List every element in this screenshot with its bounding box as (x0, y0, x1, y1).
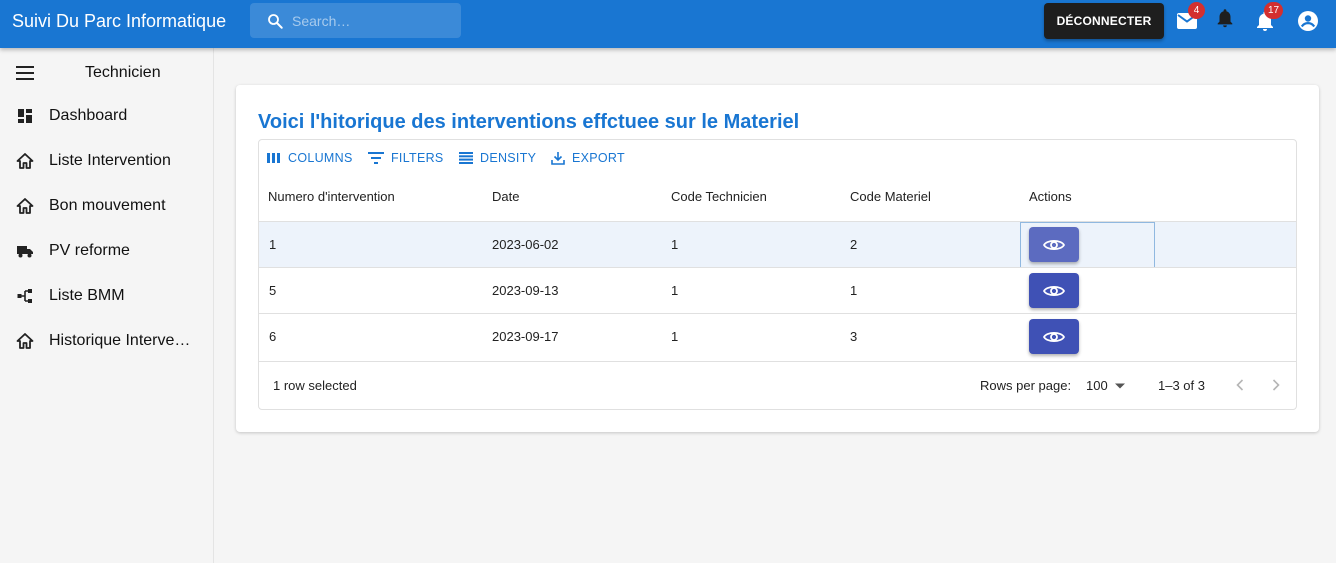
page-title: Voici l'hitorique des interventions effc… (258, 111, 800, 133)
columns-icon (267, 153, 280, 163)
sidebar-item-label: PV reforme (49, 242, 130, 259)
density-button[interactable]: DENSITY (459, 149, 536, 167)
home-icon (16, 153, 34, 169)
search-box[interactable] (250, 3, 461, 38)
cell-numero: 6 (269, 329, 277, 344)
sidebar-item-historique-intervention[interactable]: Historique Intervention (0, 319, 214, 364)
column-header-date[interactable]: Date (492, 189, 519, 204)
cell-numero: 5 (269, 283, 277, 298)
sidebar: Technicien Dashboard Liste Intervention … (0, 48, 214, 563)
sidebar-item-pv-reforme[interactable]: PV reforme (0, 229, 214, 274)
cell-code-technicien: 1 (671, 237, 679, 252)
sidebar-item-liste-intervention[interactable]: Liste Intervention (0, 139, 214, 184)
sidebar-item-label: Dashboard (49, 107, 128, 124)
table-row[interactable]: 1 2023-06-02 1 2 (259, 221, 1296, 268)
cell-code-materiel: 3 (850, 329, 858, 344)
sidebar-item-label: Bon mouvement (49, 197, 166, 214)
eye-icon (1043, 239, 1065, 250)
sidebar-item-label: Liste Intervention (49, 152, 171, 169)
rows-per-page-value: 100 (1086, 378, 1108, 393)
bell-icon[interactable] (1214, 7, 1236, 29)
logout-button[interactable]: DÉCONNECTER (1044, 3, 1164, 39)
sidebar-item-label: Liste BMM (49, 287, 125, 304)
sidebar-item-bon-mouvement[interactable]: Bon mouvement (0, 184, 214, 229)
selected-rows-text: 1 row selected (273, 378, 357, 393)
chevron-down-icon (1114, 383, 1125, 388)
search-icon (268, 14, 283, 29)
sidebar-item-label: Historique Intervention (49, 332, 199, 349)
sidebar-title: Technicien (85, 64, 161, 81)
column-header-code-materiel[interactable]: Code Materiel (850, 189, 931, 204)
app-title: Suivi Du Parc Informatique (12, 11, 227, 31)
data-grid: COLUMNS FILTERS DENSITY EXPORT Numero d'… (258, 139, 1297, 410)
previous-page-icon[interactable] (1234, 378, 1246, 392)
pagination-range: 1–3 of 3 (1158, 378, 1205, 393)
cell-date: 2023-09-17 (492, 329, 559, 344)
export-icon (551, 152, 565, 165)
table-row[interactable]: 5 2023-09-13 1 1 (259, 267, 1296, 313)
rows-per-page-select[interactable]: 100 (1086, 378, 1126, 393)
view-button[interactable] (1029, 273, 1079, 308)
export-label: EXPORT (572, 151, 625, 165)
columns-button[interactable]: COLUMNS (267, 149, 353, 167)
main-card: Voici l'hitorique des interventions effc… (236, 85, 1319, 432)
column-header-actions[interactable]: Actions (1029, 189, 1072, 204)
cell-code-materiel: 2 (850, 237, 858, 252)
columns-label: COLUMNS (288, 151, 353, 165)
next-page-icon[interactable] (1270, 378, 1282, 392)
home-icon (16, 198, 34, 214)
column-header-code-technicien[interactable]: Code Technicien (671, 189, 767, 204)
notifications-badge: 17 (1264, 2, 1284, 19)
cell-code-technicien: 1 (671, 283, 679, 298)
filter-icon (368, 152, 384, 164)
density-label: DENSITY (480, 151, 537, 165)
table-row[interactable]: 6 2023-09-17 1 3 (259, 313, 1296, 359)
eye-icon (1043, 285, 1065, 296)
cell-code-materiel: 1 (850, 283, 858, 298)
search-input[interactable] (292, 3, 457, 38)
view-button[interactable] (1029, 319, 1079, 354)
truck-icon (17, 246, 33, 258)
mail-badge: 4 (1188, 2, 1205, 19)
grid-footer: 1 row selected Rows per page: 100 1–3 of… (259, 361, 1296, 409)
eye-icon (1043, 331, 1065, 342)
app-bar: Suivi Du Parc Informatique DÉCONNECTER 4… (0, 0, 1336, 48)
filters-label: FILTERS (391, 151, 444, 165)
export-button[interactable]: EXPORT (551, 149, 625, 167)
home-icon (16, 333, 34, 349)
cell-numero: 1 (269, 237, 277, 252)
filters-button[interactable]: FILTERS (368, 149, 444, 167)
sidebar-item-liste-bmm[interactable]: Liste BMM (0, 274, 214, 319)
column-header-numero[interactable]: Numero d'intervention (268, 189, 395, 204)
dashboard-icon (18, 109, 32, 123)
device-hub-icon (17, 289, 32, 303)
rows-per-page-label: Rows per page: (980, 378, 1072, 393)
cell-date: 2023-09-13 (492, 283, 559, 298)
view-button[interactable] (1029, 227, 1079, 262)
menu-icon[interactable] (15, 63, 35, 83)
density-icon (459, 152, 473, 164)
cell-date: 2023-06-02 (492, 237, 559, 252)
sidebar-item-dashboard[interactable]: Dashboard (0, 94, 214, 139)
account-icon[interactable] (1296, 9, 1320, 33)
cell-code-technicien: 1 (671, 329, 679, 344)
